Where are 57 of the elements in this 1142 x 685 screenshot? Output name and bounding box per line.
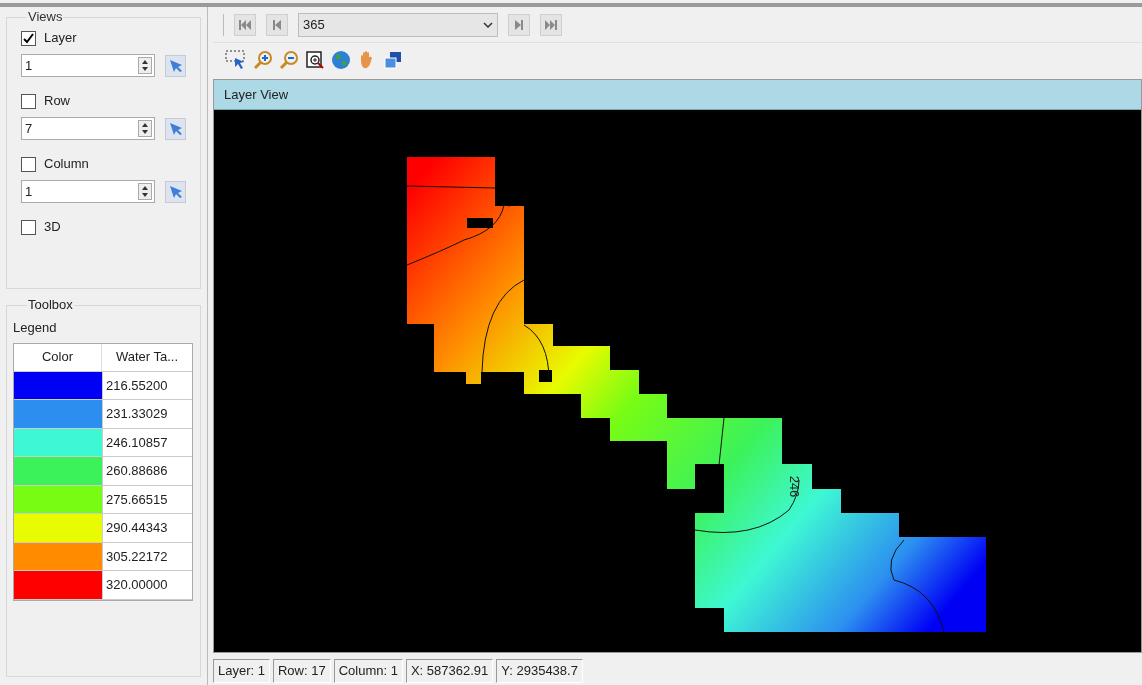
spin-field[interactable]: 1 xyxy=(21,180,156,203)
checkbox-label: Column xyxy=(44,155,89,174)
checkbox-label: Layer xyxy=(44,29,77,48)
spin-field[interactable]: 7 xyxy=(21,117,156,140)
table-cell: 246.10857 xyxy=(102,428,192,456)
nav-button[interactable] xyxy=(266,13,288,36)
arrow-icon xyxy=(168,121,183,136)
checkbox[interactable] xyxy=(21,219,36,235)
legend-title: Legend xyxy=(13,319,58,337)
arrow-icon xyxy=(168,58,183,73)
status-field: Column: 1 xyxy=(333,658,403,683)
nav-button[interactable] xyxy=(234,13,256,36)
status-field: X: 587362.91 xyxy=(405,658,494,683)
last-icon xyxy=(545,19,557,30)
checkbox-label: 3D xyxy=(44,218,61,237)
table-cell: 231.33029 xyxy=(102,400,192,428)
checkbox[interactable] xyxy=(21,30,36,46)
select-tool-icon[interactable] xyxy=(225,50,247,70)
go-button[interactable] xyxy=(165,54,186,77)
table-cell: 275.66515 xyxy=(102,485,192,513)
status-field: Row: 17 xyxy=(273,658,331,683)
nav-button[interactable] xyxy=(508,13,530,36)
table-cell: 216.55200 xyxy=(102,371,192,399)
checkbox-label: Row xyxy=(44,92,70,111)
arrow-icon xyxy=(168,184,183,199)
nav-button[interactable] xyxy=(540,13,562,36)
check-icon xyxy=(23,32,34,44)
group-title: Views xyxy=(27,10,64,23)
checkbox[interactable] xyxy=(21,156,36,172)
go-button[interactable] xyxy=(165,180,186,203)
zoom-extent-icon[interactable] xyxy=(305,50,325,70)
first-icon xyxy=(239,19,251,30)
group-title: Toolbox xyxy=(27,298,74,311)
spinner-arrows-icon xyxy=(138,183,153,200)
chevron-down-icon xyxy=(483,21,493,28)
column-header: Water Ta... xyxy=(114,348,180,367)
status-field: Y: 2935438.7 xyxy=(496,658,583,683)
column-header: Color xyxy=(14,343,102,371)
table-cell: 305.22172 xyxy=(102,542,192,570)
go-button[interactable] xyxy=(165,117,186,140)
table-cell: 290.44343 xyxy=(102,514,192,542)
previous-icon xyxy=(271,19,283,30)
step-dropdown[interactable]: 365 xyxy=(298,12,498,37)
spinner-arrows-icon xyxy=(138,57,153,74)
table-cell: 320.00000 xyxy=(102,571,192,599)
spinner-arrows-icon xyxy=(138,120,153,137)
table-cell: 260.88686 xyxy=(102,457,192,485)
layers-icon[interactable] xyxy=(383,50,403,70)
zoom-in-icon[interactable] xyxy=(253,50,273,70)
checkbox[interactable] xyxy=(21,93,36,109)
contour-label: 246 xyxy=(788,475,802,498)
status-field: Layer: 1 xyxy=(213,658,270,683)
view-title: Layer View xyxy=(224,85,289,104)
spin-field[interactable]: 1 xyxy=(21,54,156,77)
globe-icon[interactable] xyxy=(331,50,351,70)
next-icon xyxy=(513,19,525,30)
zoom-out-icon[interactable] xyxy=(279,50,299,70)
